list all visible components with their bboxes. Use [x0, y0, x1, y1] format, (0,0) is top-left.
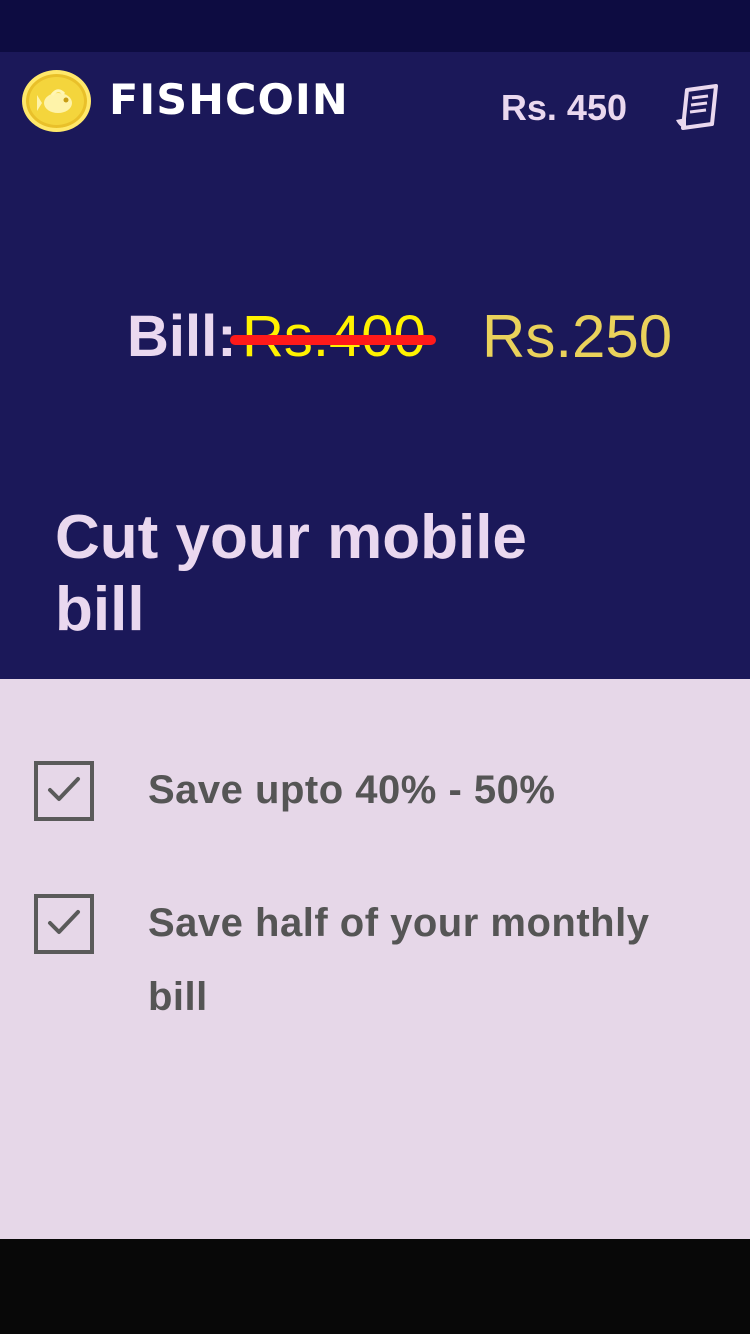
feature-text: Save half of your monthly bill — [148, 901, 650, 1019]
navigation-bar — [0, 1239, 750, 1334]
receipt-icon — [676, 84, 718, 130]
price-strikethrough — [230, 335, 436, 345]
feature-checkbox[interactable] — [34, 761, 94, 821]
page-title: Cut your mobile bill — [55, 503, 527, 644]
check-icon — [48, 777, 80, 801]
bill-price-row: Bill: Rs.400 Rs.250 — [127, 302, 687, 372]
feature-checkbox[interactable] — [34, 894, 94, 954]
coin-balance: Rs. 450 — [500, 87, 627, 128]
fish-coin-icon — [22, 70, 91, 132]
app-header: FISHCOIN Rs. 450 — [0, 52, 750, 152]
bill-label: Bill: — [127, 304, 237, 369]
new-price: Rs.250 — [482, 303, 673, 370]
app-name: FISHCOIN — [109, 75, 349, 124]
hero-section: FISHCOIN Rs. 450 Bill: Rs.400 Rs.250 Cut… — [0, 52, 750, 679]
receipt-button[interactable] — [672, 82, 724, 134]
app-screen: FISHCOIN Rs. 450 Bill: Rs.400 Rs.250 Cut… — [0, 0, 750, 1334]
check-icon — [48, 910, 80, 934]
features-list: Save upto 40% - 50% Save half of your mo… — [0, 679, 750, 1239]
status-bar — [0, 0, 750, 52]
feature-text: Save upto 40% - 50% — [148, 768, 556, 812]
